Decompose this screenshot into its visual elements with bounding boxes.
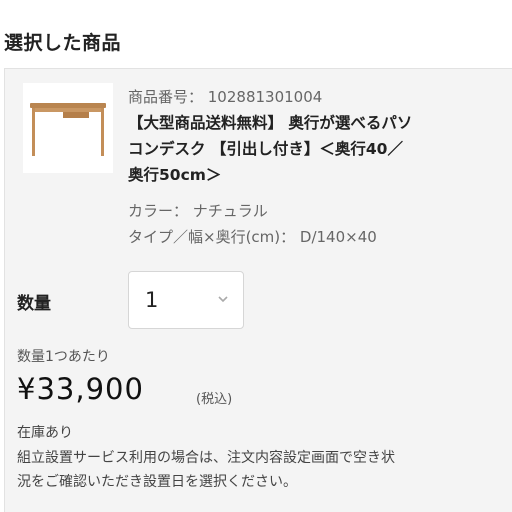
quantity-value: 1 [145,288,159,312]
tax-note: (税込) [196,392,233,407]
assembly-notice: 組立設置サービス利用の場合は、注文内容設定画面で空き状 況をご確認いただき設置日… [17,446,395,494]
product-number: 商品番号： 102881301004 [128,88,323,106]
stock-status: 在庫あり [17,425,73,441]
product-name-line: コンデスク 【引出し付き】＜奥行40／ [128,140,403,158]
desk-leg-left [32,108,35,156]
selected-product-page: 選択した商品 商品番号： 102881301004 【大型商品送料無料】 奥行が… [0,0,512,512]
per-unit-label: 数量1つあたり [17,349,110,365]
chevron-down-icon [218,296,228,303]
product-name-line: 【大型商品送料無料】 奥行が選べるパソ [128,114,413,132]
desk-drawer-shape [63,112,89,118]
section-title: 選択した商品 [4,32,122,54]
quantity-select[interactable]: 1 [128,271,244,329]
product-name-line: 奥行50cm＞ [128,166,222,184]
notice-line: 況をご確認いただき設置日を選択ください。 [17,474,297,490]
product-color: カラー： ナチュラル [128,202,268,220]
notice-line: 組立設置サービス利用の場合は、注文内容設定画面で空き状 [17,450,395,466]
quantity-label: 数量 [17,294,51,314]
product-image[interactable] [23,83,113,173]
product-name[interactable]: 【大型商品送料無料】 奥行が選べるパソ コンデスク 【引出し付き】＜奥行40／ … [128,110,508,188]
product-type: タイプ／幅×奥行(cm)： D/140×40 [128,228,377,246]
price: ¥33,900 [17,372,144,406]
desk-leg-right [101,108,104,156]
